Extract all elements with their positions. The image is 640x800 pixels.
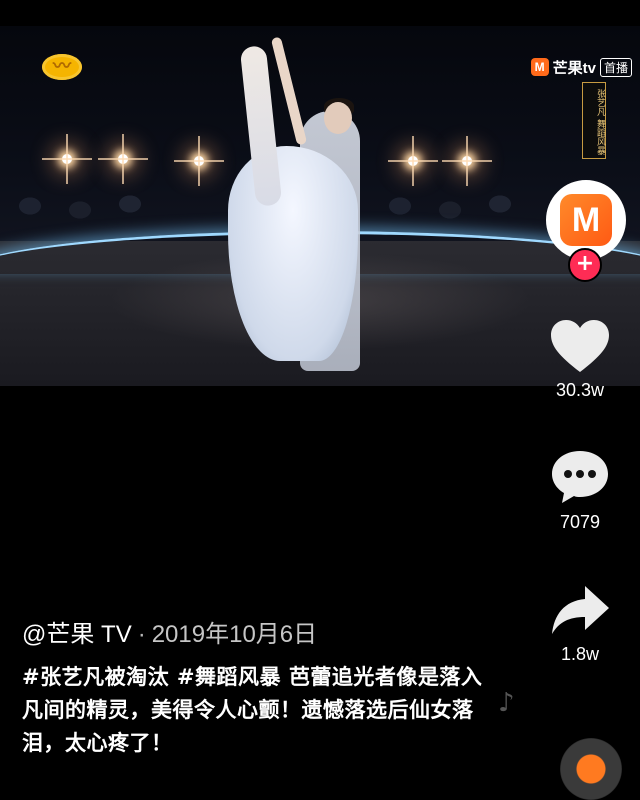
ballerina-dress <box>228 146 358 361</box>
post-date: 2019年10月6日 <box>151 621 318 648</box>
premiere-badge: 首播 <box>599 57 632 77</box>
stage-spotlight <box>98 154 148 164</box>
follow-button[interactable]: + <box>568 248 602 282</box>
stage-spotlight <box>42 154 92 164</box>
show-title-banner: 张艺凡 舞蹈风暴 <box>582 82 606 159</box>
music-note-icon: ♪ <box>498 688 515 718</box>
mango-tv-watermark: M 芒果tv 首播 <box>530 56 632 78</box>
stage-spotlight <box>388 156 438 166</box>
comment-action[interactable]: 7079 <box>520 448 640 533</box>
caption-text: #张艺凡被淘汰 #舞蹈风暴 芭蕾追光者像是落入凡间的精灵，美得令人心颤！遗憾落选… <box>22 661 492 760</box>
hunan-tv-logo: 〰 <box>42 54 82 80</box>
mango-tv-avatar-icon: M <box>560 194 612 246</box>
like-count: 30.3w <box>555 380 605 400</box>
separator-dot: · <box>137 621 146 648</box>
like-action[interactable]: 30.3w <box>520 318 640 401</box>
stage-spotlight <box>442 156 492 166</box>
author-line: @芒果 TV · 2019年10月6日 <box>22 614 492 649</box>
stage-spotlight <box>174 156 224 166</box>
share-arrow-icon[interactable] <box>549 582 611 638</box>
video-caption: @芒果 TV · 2019年10月6日 #张艺凡被淘汰 #舞蹈风暴 芭蕾追光者像是落… <box>22 614 492 760</box>
music-disc-icon[interactable] <box>560 738 622 800</box>
comment-bubble-icon[interactable] <box>549 448 611 506</box>
share-count: 1.8w <box>560 644 600 664</box>
comment-count: 7079 <box>559 512 601 532</box>
hashtag-links[interactable]: #张艺凡被淘汰 #舞蹈风暴 <box>22 665 281 689</box>
mango-tv-icon: M <box>530 58 549 76</box>
ballerina-head <box>324 102 352 134</box>
heart-icon[interactable] <box>549 318 611 374</box>
share-action[interactable]: 1.8w <box>520 582 640 665</box>
ballerina-arm <box>270 36 308 146</box>
mango-tv-name: 芒果tv <box>552 59 596 77</box>
author-handle[interactable]: @芒果 TV <box>22 621 132 648</box>
